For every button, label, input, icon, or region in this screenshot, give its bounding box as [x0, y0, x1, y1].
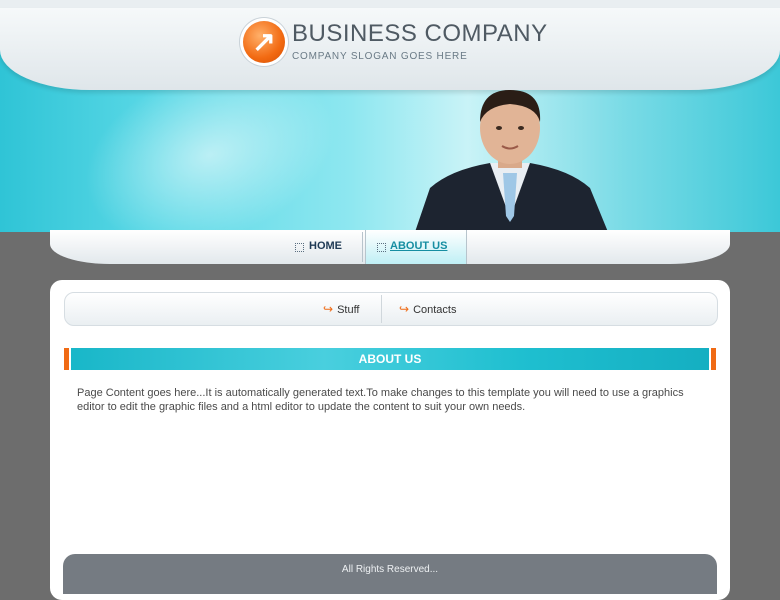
section-title: ABOUT US — [358, 352, 422, 366]
businessman-photo — [415, 90, 608, 232]
subnav-contacts[interactable]: ↪ Contacts — [399, 293, 456, 325]
subnav-contacts-label: Contacts — [413, 304, 457, 316]
arrow-up-right-icon[interactable]: ↗ — [243, 21, 285, 63]
nav-home-label: HOME — [309, 240, 342, 252]
main-nav: HOME ABOUT US — [50, 230, 730, 264]
footer: All Rights Reserved... — [63, 554, 717, 594]
sub-nav: ↪ Stuff ↪ Contacts — [64, 292, 718, 326]
subnav-stuff-label: Stuff — [337, 304, 360, 316]
arrow-icon: ↪ — [399, 302, 410, 316]
footer-copyright: All Rights Reserved... — [341, 564, 439, 575]
company-name[interactable]: BUSINESS COMPANY — [292, 20, 548, 48]
nav-about-us[interactable]: ABOUT US — [365, 230, 467, 264]
nav-about-us-label[interactable]: ABOUT US — [390, 240, 447, 252]
dot-icon — [295, 243, 304, 252]
arrow-icon: ↪ — [323, 302, 334, 316]
subnav-divider — [381, 295, 382, 323]
dot-icon — [377, 243, 386, 252]
subnav-stuff[interactable]: ↪ Stuff — [323, 293, 360, 325]
nav-divider — [362, 232, 363, 262]
section-cap-right — [709, 348, 716, 370]
page-content-text: Page Content goes here...It is automatic… — [77, 387, 684, 413]
company-slogan: COMPANY SLOGAN GOES HERE — [292, 51, 468, 62]
section-header: ABOUT US — [64, 348, 716, 370]
content-panel: ↪ Stuff ↪ Contacts ABOUT US Page Content g… — [50, 280, 730, 600]
